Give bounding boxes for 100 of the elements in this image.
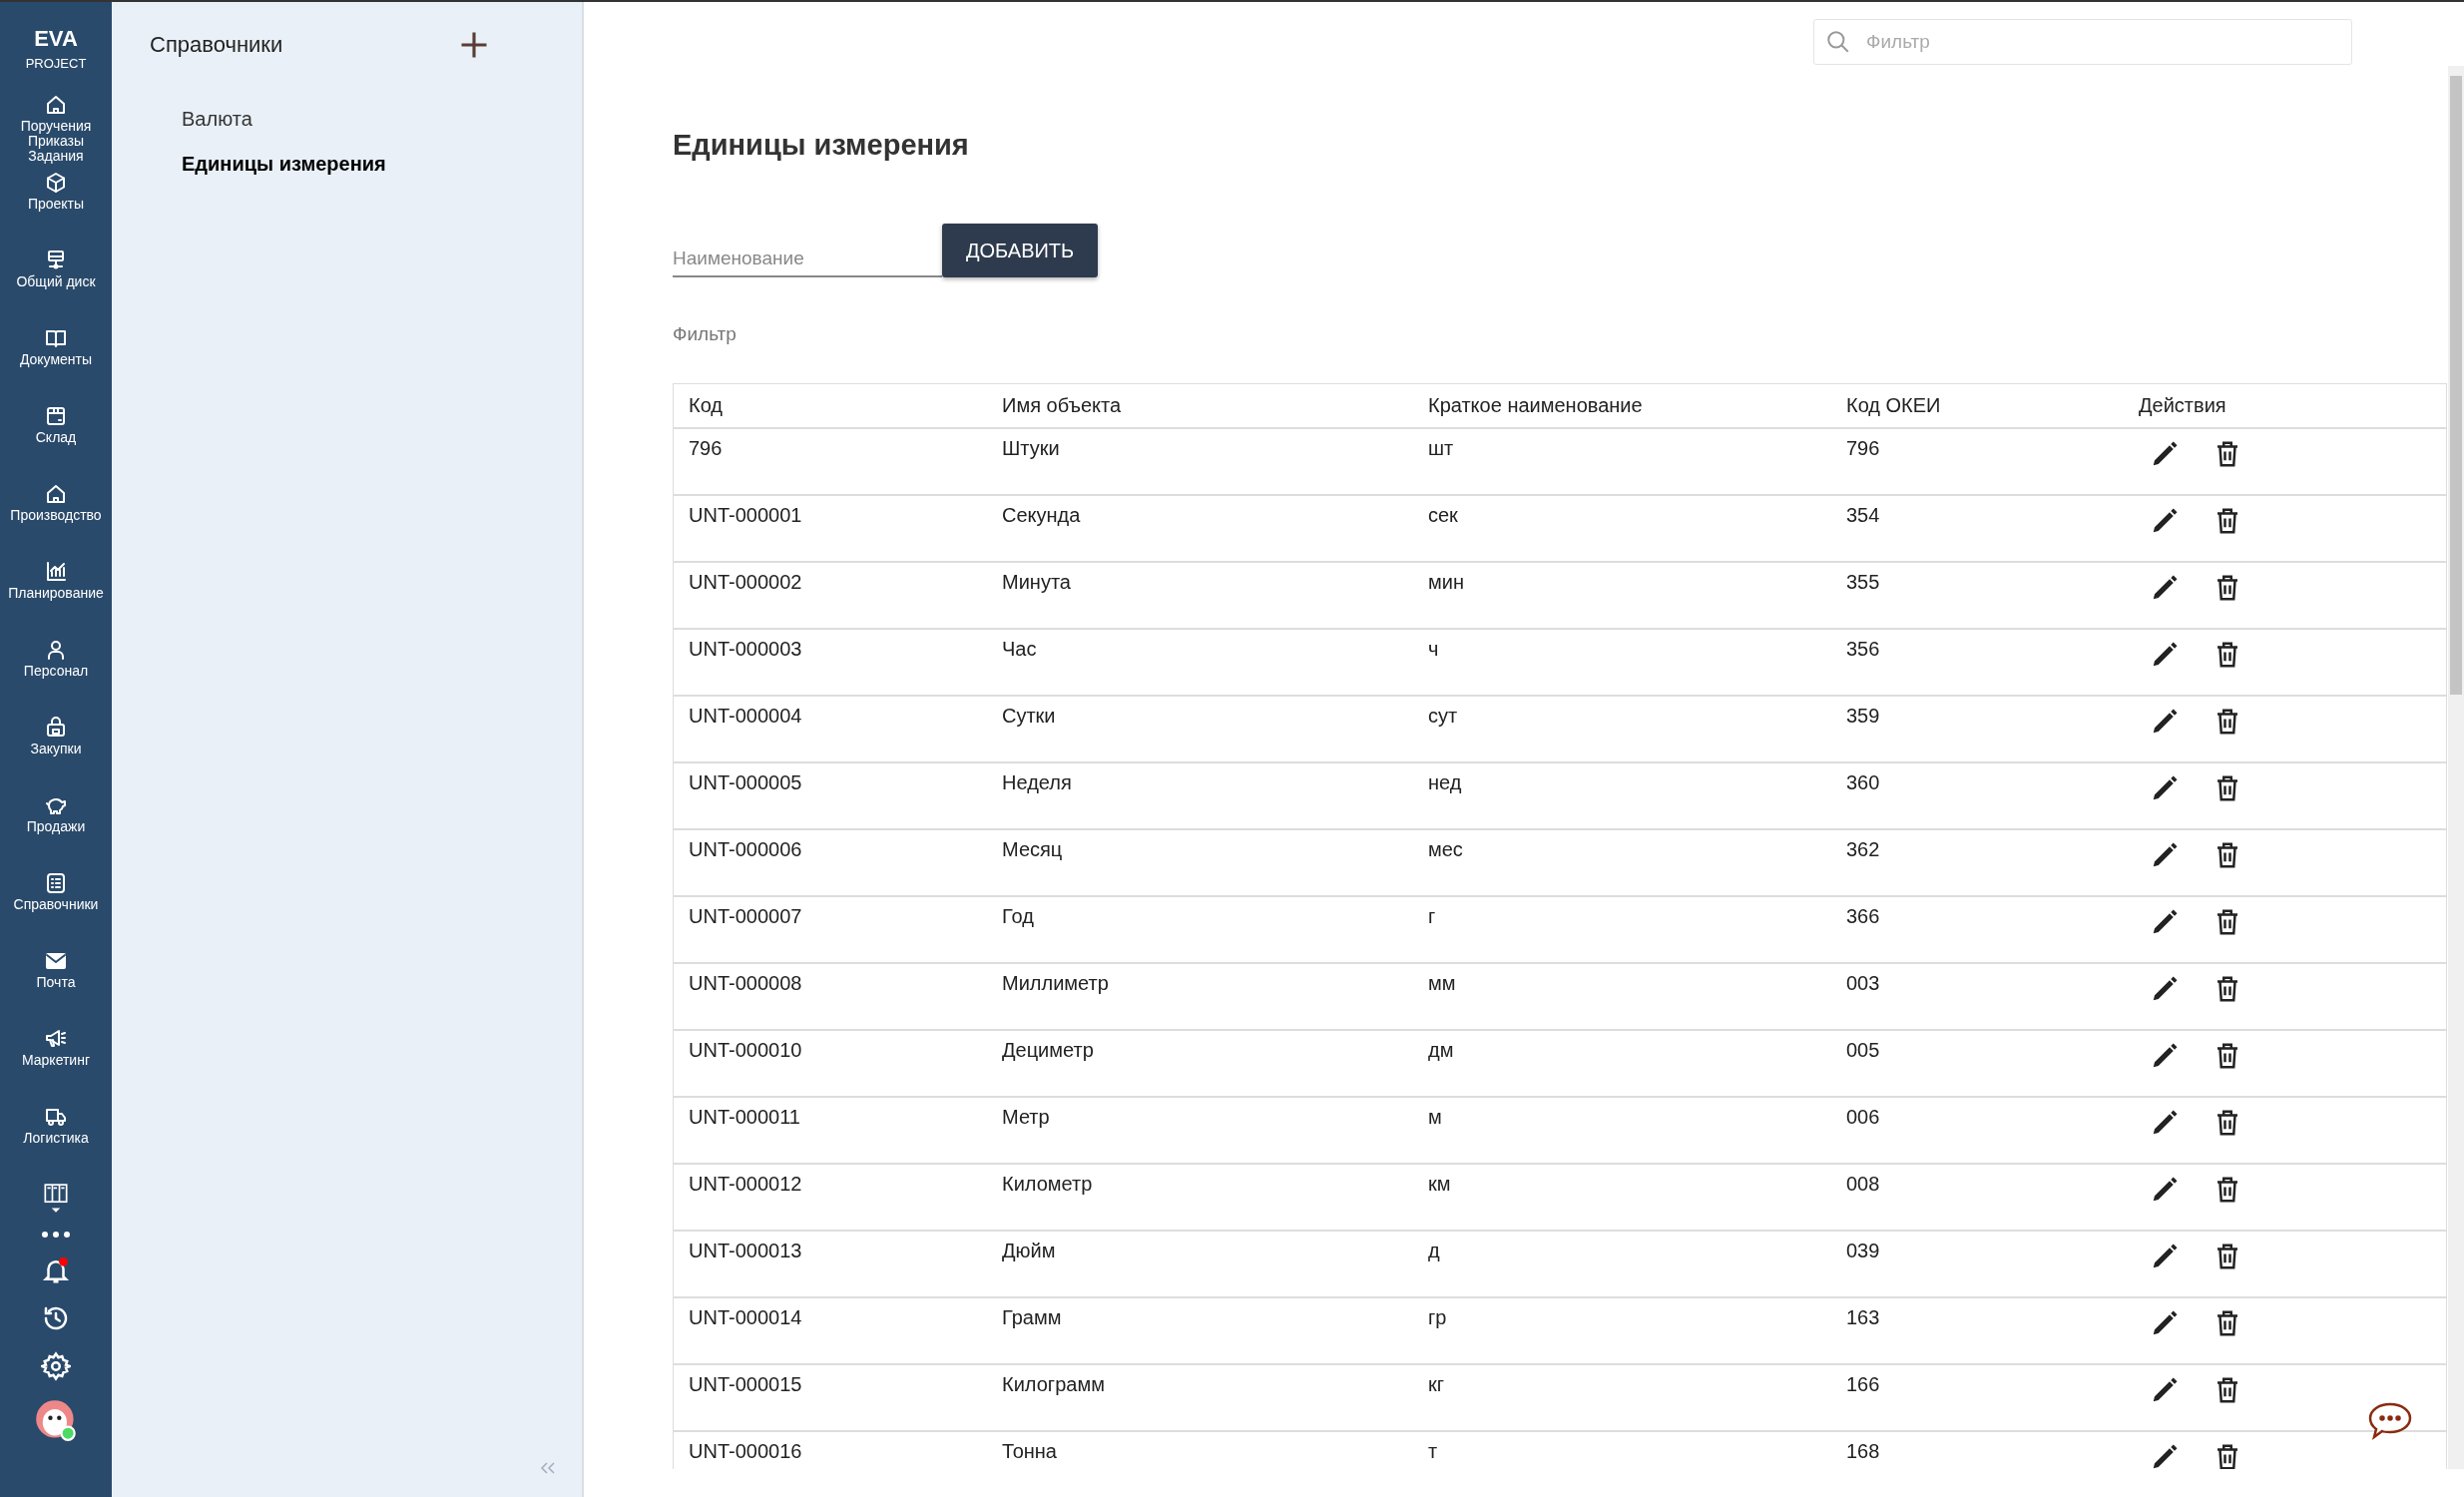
filter-label[interactable]: Фильтр (673, 323, 737, 344)
table-cell: Сутки (1002, 705, 1056, 727)
more-icon[interactable] (41, 1231, 71, 1239)
table-cell: 039 (1846, 1240, 1880, 1261)
table-cell: UNT-000004 (689, 705, 802, 727)
nav-item[interactable]: Справочники (0, 871, 112, 949)
table-cell: Миллиметр (1002, 972, 1109, 994)
table-cell: сут (1428, 705, 1458, 727)
table-cell: сек (1428, 504, 1458, 526)
column-header: Краткое наименование (1428, 394, 1643, 416)
table-cell: 366 (1846, 905, 1880, 927)
table-cell: Минута (1002, 571, 1071, 593)
list-icon (44, 871, 68, 895)
settings-icon[interactable] (41, 1350, 71, 1382)
table-cell: кг (1428, 1373, 1445, 1395)
table-cell: ч (1428, 638, 1439, 660)
nav-item[interactable]: Общий диск (0, 249, 112, 326)
table-cell: гр (1428, 1306, 1447, 1328)
user-avatar[interactable] (34, 1398, 78, 1442)
table-cell: Метр (1002, 1106, 1050, 1128)
add-icon[interactable] (459, 30, 489, 60)
table-cell: 005 (1846, 1039, 1880, 1061)
table-cell: UNT-000010 (689, 1039, 802, 1061)
table-cell: 362 (1846, 838, 1880, 860)
home-icon (44, 93, 68, 117)
table-cell: нед (1428, 771, 1462, 793)
nav-item[interactable]: Документы (0, 326, 112, 404)
search-field[interactable]: Фильтр (1813, 19, 2352, 65)
panel-title: Справочники (150, 32, 283, 58)
table-cell: UNT-000013 (689, 1240, 802, 1261)
table-cell: UNT-000005 (689, 771, 802, 793)
table-cell: км (1428, 1173, 1451, 1195)
table-cell: г (1428, 905, 1436, 927)
box-icon (44, 404, 68, 428)
table-cell: Дециметр (1002, 1039, 1094, 1061)
table-cell: т (1428, 1440, 1438, 1462)
search-icon (1825, 29, 1851, 55)
nav-item[interactable]: Продажи (0, 793, 112, 871)
nav-item[interactable]: Почта (0, 949, 112, 1027)
table-cell: 166 (1846, 1373, 1880, 1395)
add-button[interactable]: ДОБАВИТЬ (942, 224, 1099, 277)
nav-item[interactable]: Закупки (0, 716, 112, 793)
nav-item[interactable]: Логистика (0, 1105, 112, 1183)
brand-logo[interactable]: EVA PROJECT (25, 2, 87, 93)
notification-bell-icon[interactable] (41, 1254, 71, 1286)
table-cell: UNT-000006 (689, 838, 802, 860)
table-cell: мес (1428, 838, 1463, 860)
nav-item[interactable]: Производство (0, 482, 112, 560)
table-cell: 796 (1846, 437, 1880, 459)
lockers-icon[interactable] (41, 1183, 71, 1215)
table-cell: 163 (1846, 1306, 1880, 1328)
table-cell: 003 (1846, 972, 1880, 994)
catalog-item[interactable]: Единицы измерения (182, 153, 582, 176)
table-cell: 354 (1846, 504, 1880, 526)
table-cell: UNT-000011 (689, 1106, 800, 1128)
table-cell: 356 (1846, 638, 1880, 660)
table-cell: д (1428, 1240, 1440, 1261)
column-header: Код (689, 394, 723, 416)
table-cell: Километр (1002, 1173, 1093, 1195)
table-cell: 796 (689, 437, 723, 459)
table-cell: UNT-000007 (689, 905, 802, 927)
table-cell: 355 (1846, 571, 1880, 593)
table-cell: UNT-000015 (689, 1373, 802, 1395)
table-cell: UNT-000001 (689, 504, 802, 526)
nav-item[interactable]: Склад (0, 404, 112, 482)
table-cell: мин (1428, 571, 1464, 593)
nav-item[interactable]: Проекты (0, 171, 112, 249)
table-cell: UNT-000003 (689, 638, 802, 660)
table-cell: Килограмм (1002, 1373, 1105, 1395)
scrollbar[interactable] (2448, 66, 2464, 1469)
table-cell: UNT-000014 (689, 1306, 802, 1328)
table-cell: мм (1428, 972, 1456, 994)
page-title: Единицы измерения (673, 129, 970, 162)
table-cell: UNT-000016 (689, 1440, 802, 1462)
table-cell: 168 (1846, 1440, 1880, 1462)
table-cell: Секунда (1002, 504, 1081, 526)
column-header: Имя объекта (1002, 394, 1122, 416)
table-cell: UNT-000002 (689, 571, 802, 593)
table-cell: м (1428, 1106, 1442, 1128)
nav-item[interactable]: Планирование (0, 560, 112, 638)
cube-icon (44, 171, 68, 195)
home-icon (44, 482, 68, 506)
catalog-item[interactable]: Валюта (182, 108, 582, 131)
table-cell: Штуки (1002, 437, 1060, 459)
table-cell: Грамм (1002, 1306, 1062, 1328)
table-cell: Тонна (1002, 1440, 1057, 1462)
nav-item[interactable]: Маркетинг (0, 1027, 112, 1105)
chart-icon (44, 560, 68, 584)
table-cell: 008 (1846, 1173, 1880, 1195)
nav-item[interactable]: Персонал (0, 638, 112, 716)
column-header: Действия (2139, 394, 2226, 416)
table-cell: 360 (1846, 771, 1880, 793)
table-cell: шт (1428, 437, 1454, 459)
nav-item[interactable]: Поручения Приказы Задания (0, 93, 112, 171)
table-cell: дм (1428, 1039, 1454, 1061)
table-cell: Месяц (1002, 838, 1063, 860)
table-cell: Год (1002, 905, 1034, 927)
table-cell: UNT-000012 (689, 1173, 802, 1195)
column-header: Код ОКЕИ (1846, 394, 1941, 416)
table-cell: UNT-000008 (689, 972, 802, 994)
